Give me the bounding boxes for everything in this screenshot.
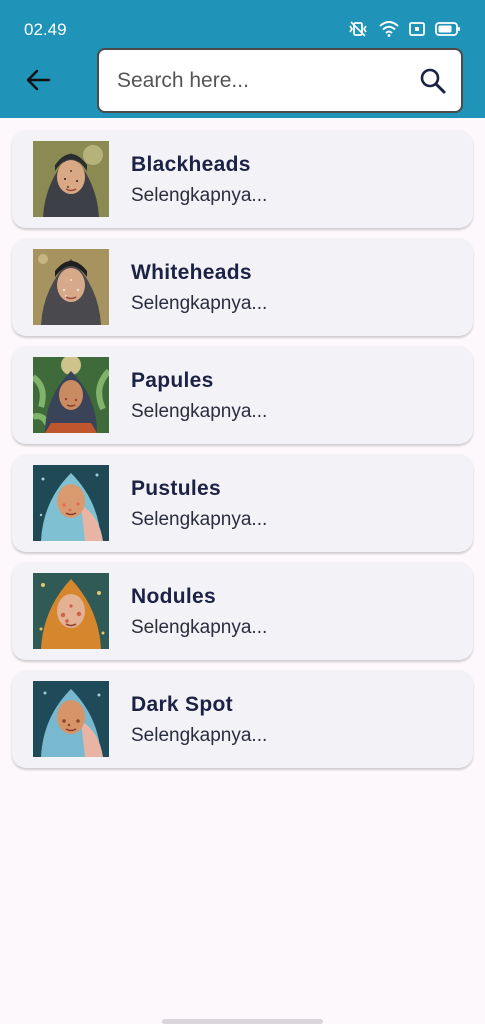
back-button[interactable] bbox=[22, 64, 54, 96]
pustules-thumbnail bbox=[33, 465, 109, 541]
list-item-whiteheads[interactable]: Whiteheads Selengkapnya... bbox=[12, 238, 473, 336]
status-icons bbox=[347, 20, 461, 38]
item-title: Papules bbox=[131, 369, 214, 392]
dark-spot-thumbnail bbox=[33, 681, 109, 757]
list-item-nodules[interactable]: Nodules Selengkapnya... bbox=[12, 562, 473, 660]
item-subtitle: Selengkapnya... bbox=[131, 617, 268, 638]
item-title: Pustules bbox=[131, 477, 221, 500]
nodules-thumbnail bbox=[33, 573, 109, 649]
search-icon[interactable] bbox=[419, 67, 447, 95]
item-subtitle: Selengkapnya... bbox=[131, 185, 268, 206]
list-item-dark-spot[interactable]: Dark Spot Selengkapnya... bbox=[12, 670, 473, 768]
app-bar: 02.49 bbox=[0, 0, 485, 118]
item-title: Nodules bbox=[131, 585, 216, 608]
item-subtitle: Selengkapnya... bbox=[131, 293, 268, 314]
battery-icon bbox=[435, 22, 460, 36]
search-input[interactable] bbox=[117, 50, 407, 111]
item-title: Dark Spot bbox=[131, 693, 233, 716]
papules-thumbnail bbox=[33, 357, 109, 433]
arrow-left-icon bbox=[26, 69, 51, 91]
vibrate-icon bbox=[349, 21, 367, 37]
item-subtitle: Selengkapnya... bbox=[131, 725, 268, 746]
list-item-blackheads[interactable]: Blackheads Selengkapnya... bbox=[12, 130, 473, 228]
item-subtitle: Selengkapnya... bbox=[131, 401, 268, 422]
item-title: Whiteheads bbox=[131, 261, 252, 284]
wifi-icon bbox=[379, 21, 399, 37]
blackheads-thumbnail bbox=[33, 141, 109, 217]
home-indicator[interactable] bbox=[162, 1019, 323, 1024]
search-box[interactable] bbox=[97, 48, 463, 113]
item-title: Blackheads bbox=[131, 153, 251, 176]
list-item-pustules[interactable]: Pustules Selengkapnya... bbox=[12, 454, 473, 552]
status-time: 02.49 bbox=[24, 20, 67, 39]
item-subtitle: Selengkapnya... bbox=[131, 509, 268, 530]
whiteheads-thumbnail bbox=[33, 249, 109, 325]
nfc-icon bbox=[409, 22, 425, 36]
list-item-papules[interactable]: Papules Selengkapnya... bbox=[12, 346, 473, 444]
